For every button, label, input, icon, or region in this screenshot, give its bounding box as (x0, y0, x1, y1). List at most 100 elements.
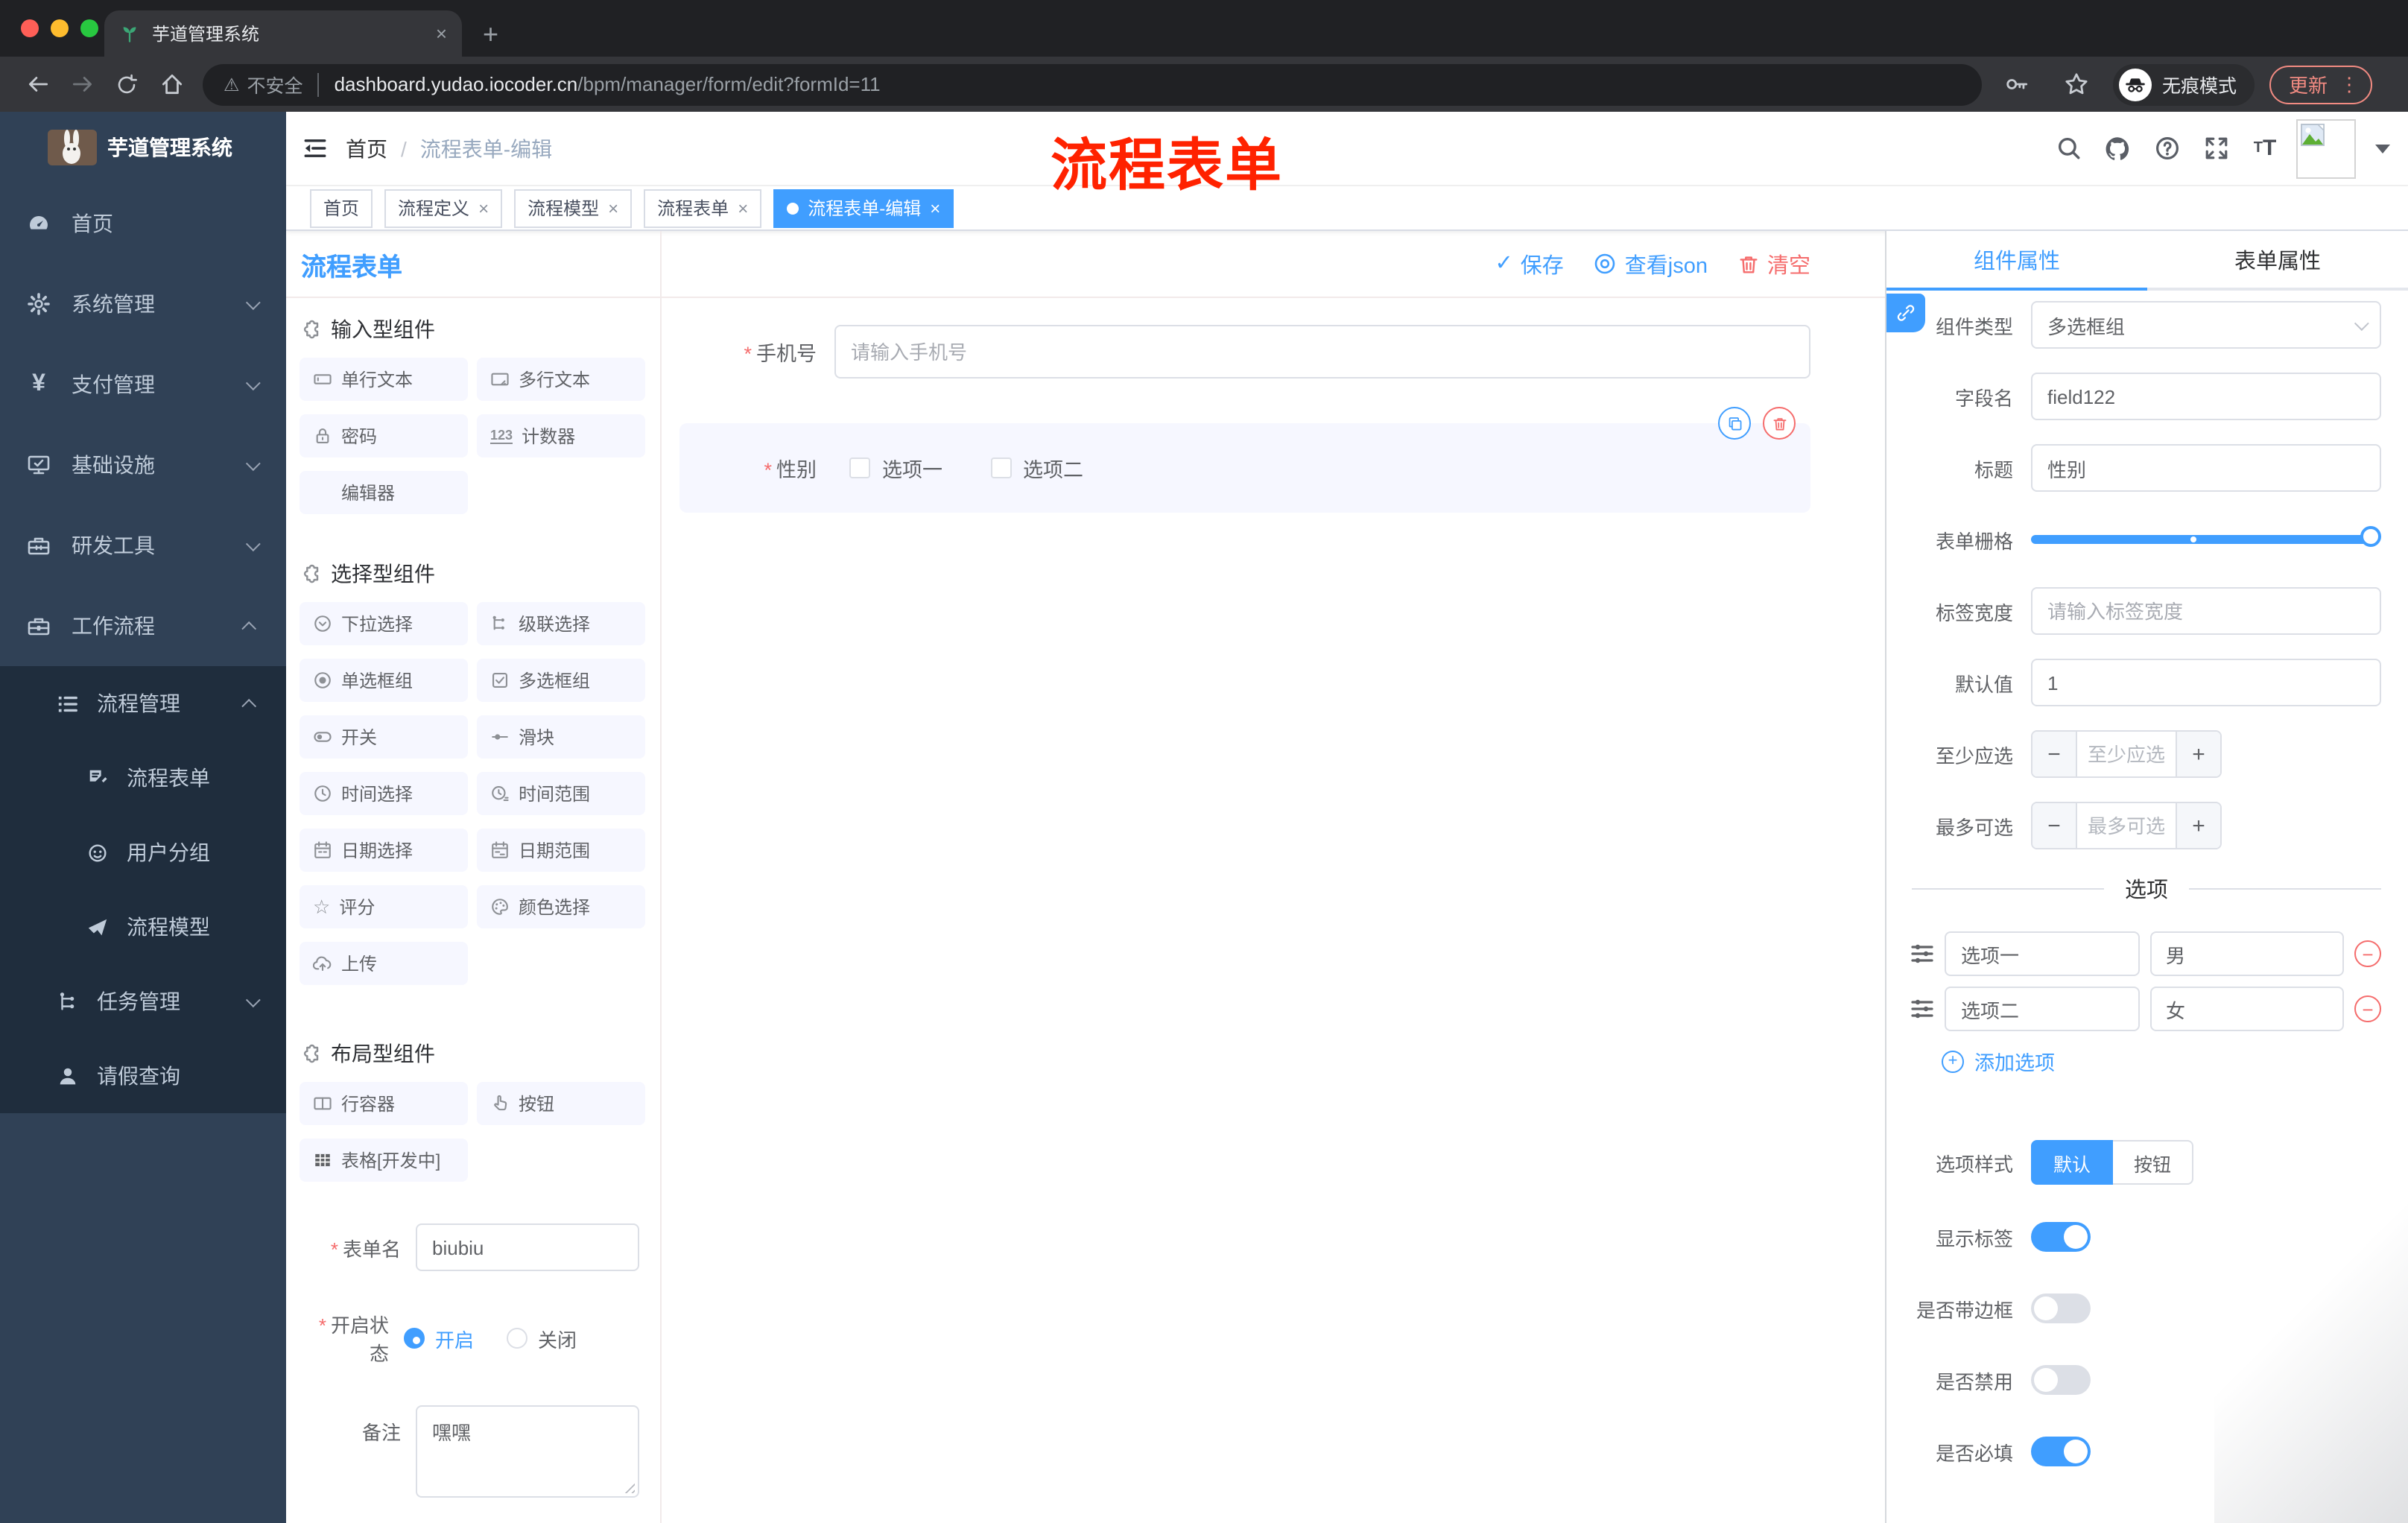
disabled-toggle[interactable] (2031, 1365, 2091, 1395)
palette-item-row-container[interactable]: 行容器 (300, 1082, 468, 1125)
palette-item-checkbox-group[interactable]: 多选框组 (477, 659, 645, 702)
min-select-stepper[interactable]: −+ (2031, 730, 2222, 778)
canvas-field-phone[interactable]: 手机号 (679, 325, 1810, 379)
form-name-input[interactable] (416, 1223, 639, 1271)
min-select-input[interactable] (2077, 732, 2176, 776)
view-json-button[interactable]: 查看json (1594, 248, 1708, 279)
update-browser-button[interactable]: 更新 ⋮ (2269, 65, 2373, 104)
drag-handle-icon[interactable] (1910, 942, 1934, 966)
breadcrumb-home[interactable]: 首页 (346, 133, 387, 163)
fullscreen-icon[interactable] (2198, 130, 2234, 166)
tab-form-props[interactable]: 表单属性 (2147, 231, 2408, 288)
sidebar-item-infra[interactable]: 基础设施 (0, 425, 286, 505)
bookmark-star-icon[interactable] (2053, 63, 2098, 105)
close-icon[interactable]: × (478, 197, 489, 218)
forward-icon[interactable] (60, 63, 104, 105)
drag-handle-icon[interactable] (1910, 997, 1934, 1021)
minimize-window-button[interactable] (51, 19, 69, 37)
search-icon[interactable] (2050, 130, 2086, 166)
palette-item-time-range[interactable]: 时间范围 (477, 772, 645, 815)
palette-item-table[interactable]: 表格[开发中] (300, 1139, 468, 1182)
avatar-caret-icon[interactable] (2375, 144, 2390, 153)
option-value-input[interactable] (2149, 987, 2344, 1031)
link-badge[interactable] (1886, 294, 1925, 332)
sidebar-item-task-mgmt[interactable]: 任务管理 (0, 964, 286, 1039)
app-logo[interactable]: 芋道管理系统 (0, 112, 286, 183)
sidebar-item-process-model[interactable]: 流程模型 (0, 890, 286, 964)
style-button-button[interactable]: 按钮 (2113, 1140, 2194, 1185)
close-window-button[interactable] (21, 19, 39, 37)
palette-item-multi-text[interactable]: 多行文本 (477, 358, 645, 401)
back-icon[interactable] (15, 63, 60, 105)
palette-item-color-picker[interactable]: 颜色选择 (477, 885, 645, 928)
palette-item-rate[interactable]: ☆ 评分 (300, 885, 468, 928)
tag-process-definition[interactable]: 流程定义 × (384, 189, 503, 227)
minus-button[interactable]: − (2032, 803, 2077, 848)
palette-item-editor[interactable]: 编辑器 (300, 471, 468, 514)
tab-component-props[interactable]: 组件属性 (1886, 231, 2147, 291)
sidebar-item-payment[interactable]: ¥ 支付管理 (0, 344, 286, 425)
tag-process-model[interactable]: 流程模型 × (514, 189, 633, 227)
home-icon[interactable] (149, 63, 194, 105)
palette-item-switch[interactable]: 开关 (300, 715, 468, 759)
sidebar-item-process-mgmt[interactable]: 流程管理 (0, 666, 286, 741)
close-icon[interactable]: × (930, 197, 940, 218)
default-value-input[interactable] (2031, 659, 2381, 706)
github-icon[interactable] (2100, 130, 2135, 166)
remove-option-icon[interactable]: − (2354, 995, 2381, 1022)
browser-menu-icon[interactable]: ⋮ (2339, 72, 2359, 96)
browser-tab[interactable]: 芋道管理系统 × (104, 10, 462, 57)
gender-checkbox-2[interactable]: 选项二 (990, 453, 1083, 483)
tag-home[interactable]: 首页 (310, 189, 373, 227)
palette-item-slider[interactable]: 滑块 (477, 715, 645, 759)
option-value-input[interactable] (2149, 931, 2344, 976)
palette-item-date-range[interactable]: 日期范围 (477, 829, 645, 872)
show-label-toggle[interactable] (2031, 1222, 2091, 1252)
form-remark-textarea[interactable]: 嘿嘿 (416, 1405, 639, 1498)
max-select-input[interactable] (2077, 803, 2176, 848)
palette-item-button[interactable]: 按钮 (477, 1082, 645, 1125)
new-tab-button[interactable]: + (483, 19, 498, 51)
sidebar-item-process-form[interactable]: 流程表单 (0, 741, 286, 815)
remove-option-icon[interactable]: − (2354, 940, 2381, 967)
sidebar-item-devtools[interactable]: 研发工具 (0, 505, 286, 586)
plus-button[interactable]: + (2176, 732, 2220, 776)
minus-button[interactable]: − (2032, 732, 2077, 776)
field-name-input[interactable] (2031, 373, 2381, 420)
required-toggle[interactable] (2031, 1437, 2091, 1466)
palette-item-radio-group[interactable]: 单选框组 (300, 659, 468, 702)
sidebar-item-workflow[interactable]: 工作流程 (0, 586, 286, 666)
component-type-select[interactable]: 多选框组 (2031, 301, 2381, 349)
canvas-field-gender-selected[interactable]: 性别 选项一 选项二 (679, 407, 1810, 513)
palette-item-password[interactable]: 密码 (300, 414, 468, 457)
palette-item-counter[interactable]: 123 计数器 (477, 414, 645, 457)
password-key-icon[interactable] (1994, 63, 2038, 105)
avatar[interactable] (2296, 118, 2356, 178)
sidebar-item-user-group[interactable]: 用户分组 (0, 815, 286, 890)
sidebar-item-home[interactable]: 首页 (0, 183, 286, 264)
status-radio-off[interactable]: 关闭 (507, 1324, 577, 1352)
palette-item-date-picker[interactable]: 日期选择 (300, 829, 468, 872)
save-button[interactable]: ✓ 保存 (1495, 248, 1563, 279)
copy-component-button[interactable] (1718, 407, 1751, 440)
close-icon[interactable]: × (608, 197, 618, 218)
title-input[interactable] (2031, 444, 2381, 492)
maximize-window-button[interactable] (80, 19, 98, 37)
reload-icon[interactable] (104, 63, 149, 105)
gender-checkbox-1[interactable]: 选项一 (849, 453, 942, 483)
status-radio-on[interactable]: 开启 (404, 1324, 474, 1352)
max-select-stepper[interactable]: −+ (2031, 802, 2222, 849)
window-controls[interactable] (21, 19, 98, 37)
tag-process-form-edit[interactable]: 流程表单-编辑 × (773, 189, 954, 227)
close-icon[interactable]: × (738, 197, 748, 218)
form-grid-slider[interactable] (2031, 526, 2381, 547)
address-bar[interactable]: ⚠ 不安全 dashboard.yudao.iocoder.cn/bpm/man… (203, 63, 1982, 105)
plus-button[interactable]: + (2176, 803, 2220, 848)
slider-thumb[interactable] (2360, 526, 2381, 547)
clear-button[interactable]: 清空 (1737, 248, 1810, 279)
delete-component-button[interactable] (1763, 407, 1796, 440)
form-canvas[interactable]: 手机号 性别 选项一 选项二 (662, 298, 1885, 1523)
tag-process-form[interactable]: 流程表单 × (644, 189, 762, 227)
add-option-button[interactable]: + 添加选项 (1942, 1046, 2408, 1076)
palette-item-select[interactable]: 下拉选择 (300, 602, 468, 645)
